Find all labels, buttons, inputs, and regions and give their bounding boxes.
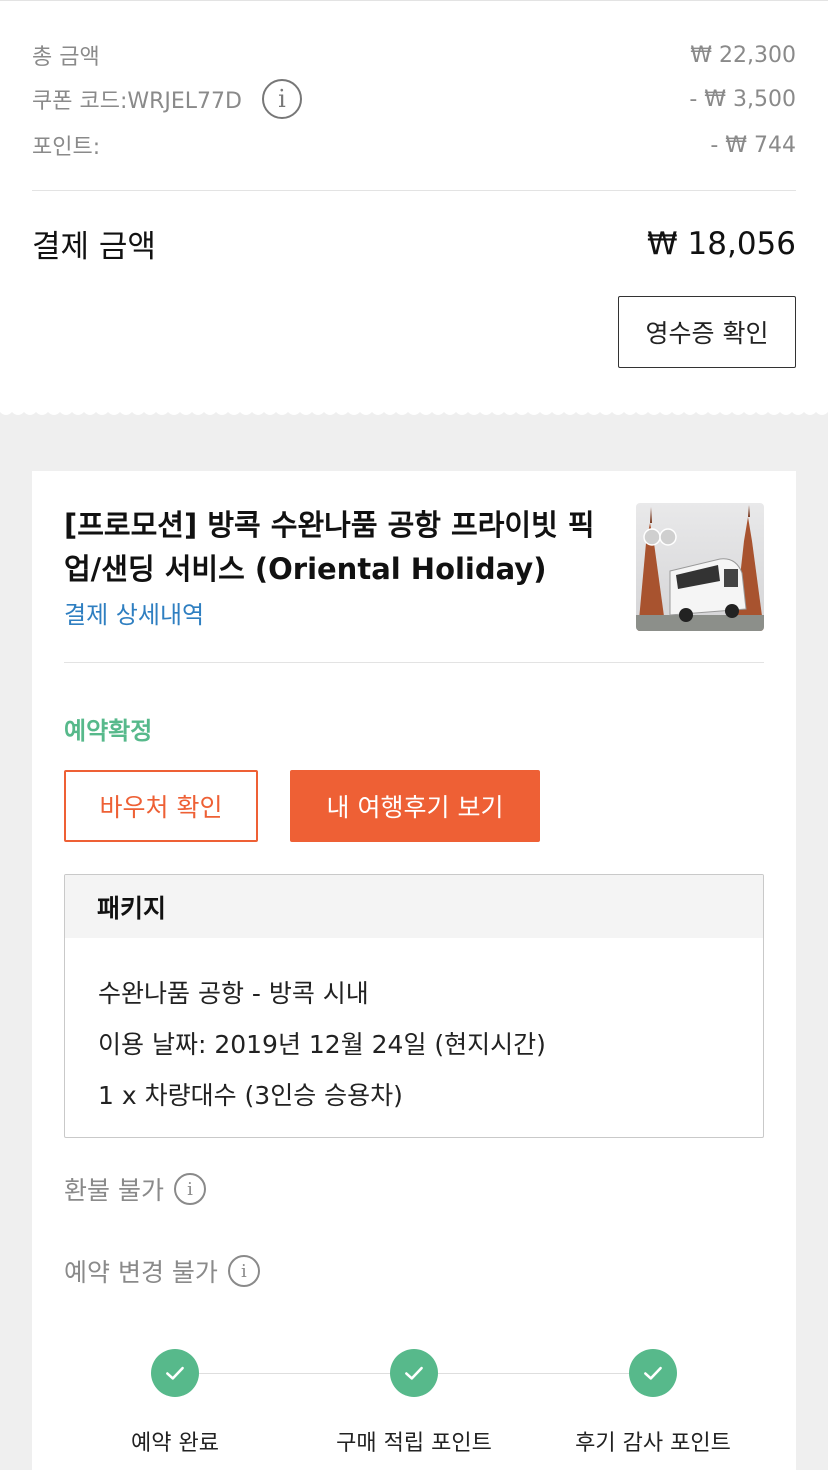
step-label: 후기 감사 포인트 (575, 1431, 731, 1456)
product-title-line: [프로모션] 방콕 수완나품 공항 프라이빗 픽 (64, 508, 595, 542)
coupon-value: - ₩ 3,500 (689, 86, 796, 112)
total-row: 총 금액 ₩ 22,300 (32, 39, 796, 71)
product-title-line: 업/샌딩 서비스 (Oriental Holiday) (64, 552, 547, 586)
product-title[interactable]: [프로모션] 방콕 수완나품 공항 프라이빗 픽 업/샌딩 서비스 (Orien… (64, 503, 612, 591)
booking-card: [프로모션] 방콕 수완나품 공항 프라이빗 픽 업/샌딩 서비스 (Orien… (32, 471, 796, 1470)
divider (32, 190, 796, 191)
total-value: ₩ 22,300 (690, 42, 796, 68)
check-icon (151, 1349, 199, 1397)
payment-value: ₩ 18,056 (647, 225, 796, 262)
change-policy-label: 예약 변경 불가 (64, 1258, 218, 1287)
status-badge: 예약확정 (64, 717, 153, 745)
points-row: 포인트: - ₩ 744 (32, 129, 796, 161)
payment-summary-card: 총 금액 ₩ 22,300 쿠폰 코드:WRJEL77D i - ₩ 3,500… (0, 0, 828, 412)
receipt-edge (0, 404, 828, 415)
coupon-label-group: 쿠폰 코드:WRJEL77D i (32, 79, 302, 119)
info-icon[interactable]: i (227, 1255, 260, 1287)
divider (64, 662, 764, 663)
receipt-button[interactable]: 영수증 확인 (618, 296, 796, 368)
coupon-label: 쿠폰 코드:WRJEL77D (32, 89, 242, 114)
info-icon[interactable]: i (262, 79, 302, 119)
package-box: 패키지 수완나품 공항 - 방콕 시내 이용 날짜: 2019년 12월 24일… (64, 874, 764, 1138)
package-header: 패키지 (65, 875, 763, 938)
check-icon (629, 1349, 677, 1397)
points-value: - ₩ 744 (710, 132, 796, 158)
payment-label: 결제 금액 (32, 229, 156, 265)
step-booking-complete: 예약 완료 (65, 1349, 285, 1457)
refund-policy: 환불 불가 i (64, 1171, 206, 1207)
check-icon (390, 1349, 438, 1397)
package-date: 이용 날짜: 2019년 12월 24일 (현지시간) (98, 1029, 546, 1059)
voucher-button[interactable]: 바우처 확인 (64, 770, 258, 842)
review-button[interactable]: 내 여행후기 보기 (290, 770, 540, 842)
package-body: 수완나품 공항 - 방콕 시내 이용 날짜: 2019년 12월 24일 (현지… (65, 938, 763, 1119)
payment-detail-link[interactable]: 결제 상세내역 (64, 595, 204, 630)
change-policy: 예약 변경 불가 i (64, 1253, 260, 1289)
package-vehicle: 1 x 차량대수 (3인승 승용차) (98, 1080, 403, 1110)
step-review-points: 후기 감사 포인트 (543, 1349, 763, 1457)
total-label: 총 금액 (32, 45, 100, 70)
refund-policy-label: 환불 불가 (64, 1176, 164, 1205)
step-label: 예약 완료 (131, 1431, 219, 1456)
van-image (636, 503, 764, 631)
package-route: 수완나품 공항 - 방콕 시내 (98, 978, 369, 1008)
coupon-row: 쿠폰 코드:WRJEL77D i - ₩ 3,500 (32, 79, 796, 119)
info-icon[interactable]: i (173, 1173, 206, 1205)
step-label: 구매 적립 포인트 (336, 1431, 492, 1456)
points-label: 포인트: (32, 135, 101, 160)
step-purchase-points: 구매 적립 포인트 (304, 1349, 524, 1457)
product-thumbnail[interactable] (636, 503, 764, 631)
payment-row: 결제 금액 ₩ 18,056 (32, 221, 796, 266)
